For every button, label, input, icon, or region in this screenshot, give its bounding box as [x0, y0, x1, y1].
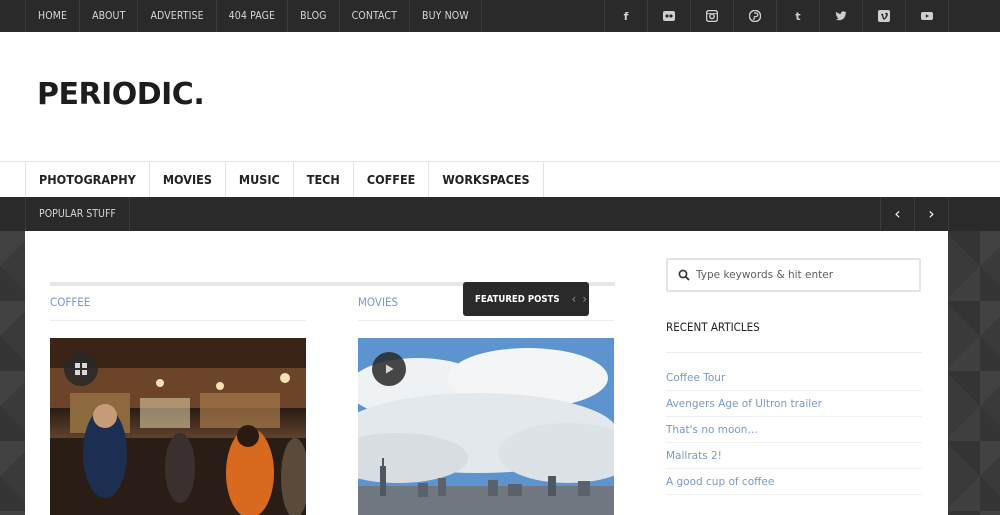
popular-bar: POPULAR STUFF ‹ › [0, 197, 1000, 231]
recent-article-link[interactable]: Coffee Tour [666, 365, 922, 391]
top-nav-buy-now[interactable]: BUY NOW [410, 0, 482, 32]
play-icon[interactable] [372, 352, 406, 386]
instagram-icon[interactable] [691, 0, 734, 32]
facebook-icon[interactable]: f [605, 0, 648, 32]
top-bar: HOME ABOUT ADVERTISE 404 PAGE BLOG CONTA… [0, 0, 1000, 32]
site-logo[interactable]: PERIODIC. [37, 80, 205, 110]
search-box [666, 258, 921, 292]
recent-articles-divider [666, 352, 922, 353]
pinterest-icon[interactable] [734, 0, 777, 32]
category-nav: PHOTOGRAPHY MOVIES MUSIC TECH COFFEE WOR… [0, 161, 1000, 197]
category-music[interactable]: MUSIC [226, 162, 294, 197]
youtube-icon[interactable] [906, 0, 949, 32]
recent-articles-title: RECENT ARTICLES [666, 320, 760, 334]
site-header: PERIODIC. [0, 32, 1000, 161]
column-divider [50, 320, 306, 321]
featured-posts-label: FEATURED POSTS [475, 293, 560, 305]
main-content: COFFEE MOVIES FEATURED POSTS ‹ › Type ke… [25, 231, 948, 515]
flickr-icon[interactable] [648, 0, 691, 32]
top-nav-home[interactable]: HOME [26, 0, 81, 32]
recent-articles-list: Coffee Tour Avengers Age of Ultron trail… [666, 365, 922, 495]
post-thumbnail-coffee[interactable] [50, 338, 306, 515]
top-nav-404-page[interactable]: 404 PAGE [217, 0, 289, 32]
featured-next-button[interactable]: › [582, 292, 587, 306]
column-divider [358, 320, 614, 321]
column-label-coffee[interactable]: COFFEE [50, 295, 90, 309]
popular-stuff-tab[interactable]: POPULAR STUFF [25, 197, 130, 231]
column-label-movies[interactable]: MOVIES [358, 295, 398, 309]
vimeo-icon[interactable] [863, 0, 906, 32]
top-nav-blog[interactable]: BLOG [288, 0, 340, 32]
category-movies[interactable]: MOVIES [150, 162, 226, 197]
top-nav: HOME ABOUT ADVERTISE 404 PAGE BLOG CONTA… [25, 0, 482, 32]
recent-article-link[interactable]: Mallrats 2! [666, 443, 922, 469]
social-links: f t [604, 0, 949, 32]
category-workspaces[interactable]: WORKSPACES [429, 162, 544, 197]
top-nav-about[interactable]: ABOUT [80, 0, 139, 32]
recent-article-link[interactable]: A good cup of coffee [666, 469, 922, 495]
search-input[interactable] [696, 266, 916, 284]
featured-prev-button[interactable]: ‹ [572, 292, 577, 306]
tumblr-icon[interactable]: t [777, 0, 820, 32]
recent-article-link[interactable]: That's no moon… [666, 417, 922, 443]
search-icon [678, 269, 690, 281]
top-nav-contact[interactable]: CONTACT [340, 0, 410, 32]
featured-posts-bar: FEATURED POSTS ‹ › [463, 282, 589, 316]
top-nav-advertise[interactable]: ADVERTISE [138, 0, 217, 32]
popular-next-button[interactable]: › [915, 197, 949, 231]
gallery-icon [64, 352, 98, 386]
recent-article-link[interactable]: Avengers Age of Ultron trailer [666, 391, 922, 417]
popular-arrows: ‹ › [880, 197, 949, 231]
category-photography[interactable]: PHOTOGRAPHY [26, 162, 150, 197]
twitter-icon[interactable] [820, 0, 863, 32]
category-coffee[interactable]: COFFEE [354, 162, 430, 197]
post-thumbnail-movies[interactable] [358, 338, 614, 515]
popular-prev-button[interactable]: ‹ [881, 197, 915, 231]
category-tech[interactable]: TECH [294, 162, 354, 197]
